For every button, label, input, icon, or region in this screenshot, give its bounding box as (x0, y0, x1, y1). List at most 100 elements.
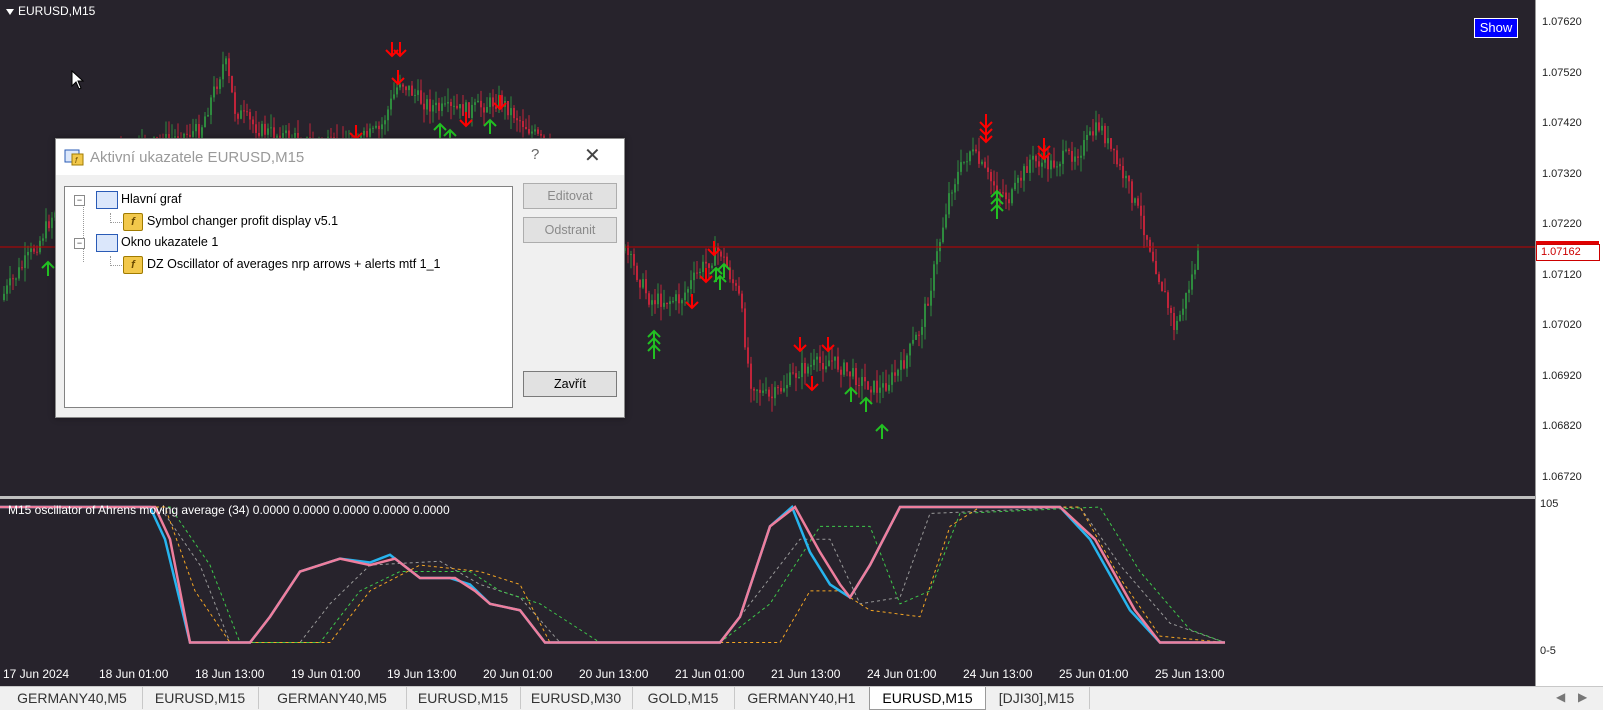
tab-germany40-m5[interactable]: GERMANY40,M5 (258, 687, 407, 709)
tree-node-main-chart[interactable]: Hlavní graf (121, 190, 181, 208)
buy-arrow-icon (990, 203, 1004, 219)
candle-body (759, 389, 761, 393)
candle-body (225, 58, 227, 65)
tab-eurusd-m15[interactable]: EURUSD,M15 (142, 687, 259, 709)
candle-body (258, 132, 260, 137)
candle-body (768, 389, 770, 397)
candle-body (15, 278, 17, 280)
candle-body (1017, 177, 1019, 183)
candle-body (201, 127, 203, 139)
candle-body (924, 303, 926, 327)
indicators-tree[interactable]: − Hlavní graf f Symbol changer profit di… (64, 186, 513, 408)
dropdown-triangle-icon[interactable] (6, 8, 14, 15)
tree-line (83, 205, 84, 262)
candle-body (1197, 250, 1199, 270)
candle-body (522, 120, 524, 128)
candle-body (816, 356, 818, 360)
candle-body (750, 363, 752, 389)
candle-body (48, 221, 50, 229)
candle-body (789, 372, 791, 386)
candle-body (525, 127, 527, 129)
candle-body (1029, 159, 1031, 173)
candle-body (9, 278, 11, 286)
tab-eurusd-m30[interactable]: EURUSD,M30 (520, 687, 633, 709)
help-button[interactable]: ? (531, 146, 539, 163)
tab-scroll-right-icon[interactable]: ▶ (1578, 690, 1587, 704)
candle-body (399, 84, 401, 88)
tree-node-indicator-window[interactable]: Okno ukazatele 1 (121, 233, 218, 251)
edit-button[interactable]: Editovat (523, 183, 617, 209)
chart-symbol-text: EURUSD,M15 (18, 4, 96, 18)
close-button[interactable]: Zavřít (523, 371, 617, 397)
candle-body (735, 283, 737, 286)
candle-body (240, 110, 242, 119)
candle-body (1059, 163, 1061, 167)
candle-body (993, 181, 995, 186)
tab-eurusd-m15[interactable]: EURUSD,M15 (406, 687, 521, 709)
collapse-toggle-main[interactable]: − (74, 195, 85, 206)
candle-body (270, 127, 272, 129)
current-price-label: 1.07162 (1536, 244, 1600, 261)
oscillator-signal-line-3 (0, 506, 1226, 644)
candle-body (18, 267, 20, 279)
candle-body (933, 264, 935, 291)
candle-body (507, 100, 509, 116)
candle-body (888, 384, 890, 391)
candle-body (453, 105, 455, 107)
chart-symbol-label[interactable]: EURUSD,M15 (6, 4, 95, 18)
active-indicators-dialog[interactable]: f Aktivní ukazatele EURUSD,M15 ? ✕ − Hla… (55, 138, 625, 418)
chart-tabs-bar[interactable]: ◀ ▶ GERMANY40,M5 EURUSD,M15 GERMANY40,M5 EU… (0, 686, 1603, 710)
time-tick: 18 Jun 01:00 (99, 667, 169, 681)
candle-body (285, 130, 287, 134)
collapse-toggle-subwindow[interactable]: − (74, 238, 85, 249)
sell-arrow-icon (391, 70, 405, 86)
candle-body (981, 161, 983, 164)
candle-body (450, 102, 452, 106)
candle-body (1128, 175, 1130, 182)
candle-body (402, 84, 404, 87)
time-tick: 25 Jun 01:00 (1059, 667, 1129, 681)
price-tick: 1.06720 (1542, 470, 1582, 483)
candle-body (732, 279, 734, 284)
candle-body (1182, 308, 1184, 315)
tab-eurusd-m15[interactable]: EURUSD,M15 (869, 687, 986, 710)
candle-body (753, 388, 755, 391)
show-button[interactable]: Show (1474, 18, 1518, 38)
close-icon[interactable]: ✕ (584, 143, 601, 168)
candle-body (1053, 160, 1055, 168)
candle-body (1143, 215, 1145, 236)
tab-gold-m15[interactable]: GOLD,M15 (632, 687, 735, 709)
chart-window-icon (96, 234, 118, 252)
tree-node-dz-oscillator[interactable]: DZ Oscillator of averages nrp arrows + a… (147, 255, 441, 273)
candle-body (882, 383, 884, 388)
tree-node-symbol-changer[interactable]: Symbol changer profit display v5.1 (147, 212, 338, 230)
candle-body (1065, 149, 1067, 151)
candle-body (687, 289, 689, 293)
candle-body (480, 100, 482, 108)
delete-button[interactable]: Odstranit (523, 217, 617, 243)
candle-body (45, 221, 47, 239)
candle-body (810, 365, 812, 367)
candle-body (213, 86, 215, 98)
candle-body (900, 360, 902, 370)
candle-body (1047, 156, 1049, 170)
candle-body (942, 227, 944, 243)
candle-body (1062, 150, 1064, 164)
tab-germany40-m5[interactable]: GERMANY40,M5 (2, 687, 143, 709)
candle-body (447, 102, 449, 104)
candle-body (654, 300, 656, 305)
candle-body (1119, 164, 1121, 166)
time-tick: 19 Jun 01:00 (291, 667, 361, 681)
candle-body (1113, 148, 1115, 151)
price-axis[interactable]: 1.07620 1.07520 1.07420 1.07320 1.07220 1.071… (1535, 0, 1603, 686)
candle-body (678, 294, 680, 304)
time-tick: 24 Jun 13:00 (963, 667, 1033, 681)
oscillator-canvas[interactable] (0, 499, 1535, 663)
dialog-titlebar[interactable]: f Aktivní ukazatele EURUSD,M15 ? ✕ (56, 139, 624, 175)
candle-body (786, 385, 788, 389)
tab--dji30-m15[interactable]: [DJI30],M15 (984, 687, 1090, 709)
tab-germany40-h1[interactable]: GERMANY40,H1 (734, 687, 870, 709)
candle-body (966, 161, 968, 163)
price-tick: 1.07320 (1542, 167, 1582, 180)
tab-scroll-left-icon[interactable]: ◀ (1556, 690, 1565, 704)
